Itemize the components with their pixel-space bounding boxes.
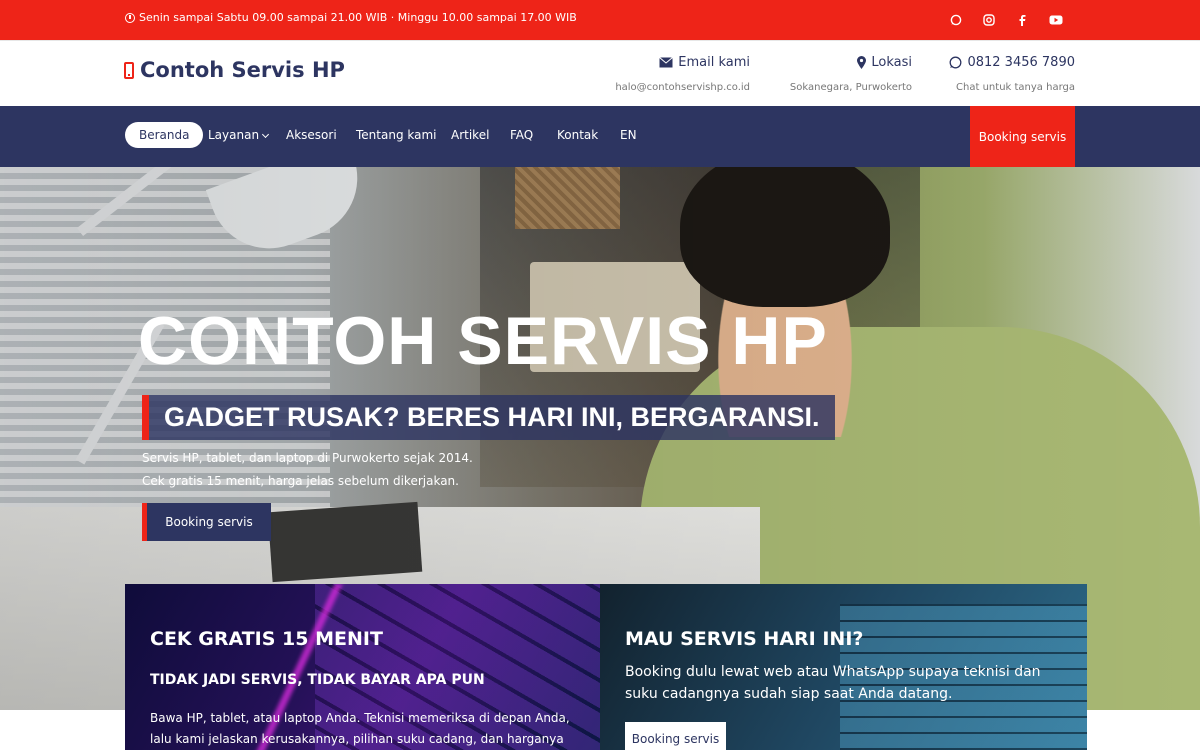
hero-description-line: Cek gratis 15 menit, harga jelas sebelum… (142, 474, 459, 488)
location-contact[interactable]: Lokasi Sokanegara, Purwokerto (790, 55, 912, 93)
location-address: Sokanegara, Purwokerto (789, 82, 912, 93)
hero-booking-button[interactable]: Booking servis (142, 503, 271, 541)
hero-title: CONTOH SERVIS HP (138, 303, 828, 379)
same-day-body: Booking dulu lewat web atau WhatsApp sup… (625, 664, 1041, 702)
instagram-icon[interactable] (980, 11, 998, 29)
top-bar: Senin sampai Sabtu 09.00 sampai 21.00 WI… (0, 0, 1200, 40)
nav-item-tentang-kami[interactable]: Tentang kami (356, 128, 437, 142)
nav-item-language[interactable]: EN (620, 128, 637, 142)
main-nav: Beranda Layanan Aksesori Tentang kami Ar… (0, 106, 1200, 167)
clock-icon (125, 12, 135, 23)
hero-description: Servis HP, tablet, dan laptop di Purwoke… (142, 447, 473, 493)
phone-caption: Chat untuk tanya harga (956, 82, 1075, 93)
brand-name: Contoh Servis HP (140, 58, 345, 82)
nav-item-aksesori[interactable]: Aksesori (286, 128, 337, 142)
site-logo[interactable]: Contoh Servis HP (124, 58, 345, 82)
site-header: Contoh Servis HP Email kami halo@contohs… (0, 40, 1200, 106)
nav-item-artikel[interactable]: Artikel (451, 128, 489, 142)
same-day-heading: MAU SERVIS HARI INI? (625, 628, 864, 650)
chevron-down-icon (262, 130, 270, 139)
same-day-service-card: MAU SERVIS HARI INI? Booking dulu lewat … (600, 584, 1087, 750)
whatsapp-icon (950, 56, 962, 69)
nav-item-beranda[interactable]: Beranda (125, 122, 204, 148)
nav-item-faq[interactable]: FAQ (510, 128, 533, 142)
email-title: Email kami (678, 55, 750, 70)
facebook-icon[interactable] (1013, 11, 1031, 29)
opening-hours: Senin sampai Sabtu 09.00 sampai 21.00 WI… (125, 11, 577, 24)
phone-number: 0812 3456 7890 (967, 55, 1075, 70)
hero-description-line: Servis HP, tablet, dan laptop di Purwoke… (142, 451, 473, 465)
card-booking-button[interactable]: Booking servis (625, 722, 726, 750)
mobile-phone-icon (124, 61, 134, 79)
nav-booking-button[interactable]: Booking servis (970, 106, 1075, 167)
free-check-card: CEK GRATIS 15 MENIT TIDAK JADI SERVIS, T… (125, 584, 600, 750)
hero-tagline-text: GADGET RUSAK? BERES HARI INI, BERGARANSI… (164, 402, 820, 432)
email-contact[interactable]: Email kami halo@contohservishp.co.id (615, 55, 750, 93)
youtube-icon[interactable] (1047, 11, 1065, 29)
location-title: Lokasi (871, 55, 912, 70)
hero-tagline: GADGET RUSAK? BERES HARI INI, BERGARANSI… (142, 395, 835, 440)
map-pin-icon (857, 56, 867, 69)
email-address: halo@contohservishp.co.id (615, 82, 750, 93)
free-check-heading: CEK GRATIS 15 MENIT (150, 628, 383, 650)
free-check-subheading: TIDAK JADI SERVIS, TIDAK BAYAR APA PUN (150, 672, 485, 688)
whatsapp-icon[interactable] (947, 11, 965, 29)
opening-hours-text: Senin sampai Sabtu 09.00 sampai 21.00 WI… (139, 11, 577, 24)
nav-item-layanan[interactable]: Layanan (208, 128, 270, 142)
free-check-body: Bawa HP, tablet, atau laptop Anda. Tekni… (150, 711, 570, 746)
phone-contact[interactable]: 0812 3456 7890 Chat untuk tanya harga (949, 55, 1075, 93)
nav-item-label: Layanan (208, 128, 260, 142)
envelope-icon (659, 57, 674, 68)
nav-item-kontak[interactable]: Kontak (557, 128, 598, 142)
